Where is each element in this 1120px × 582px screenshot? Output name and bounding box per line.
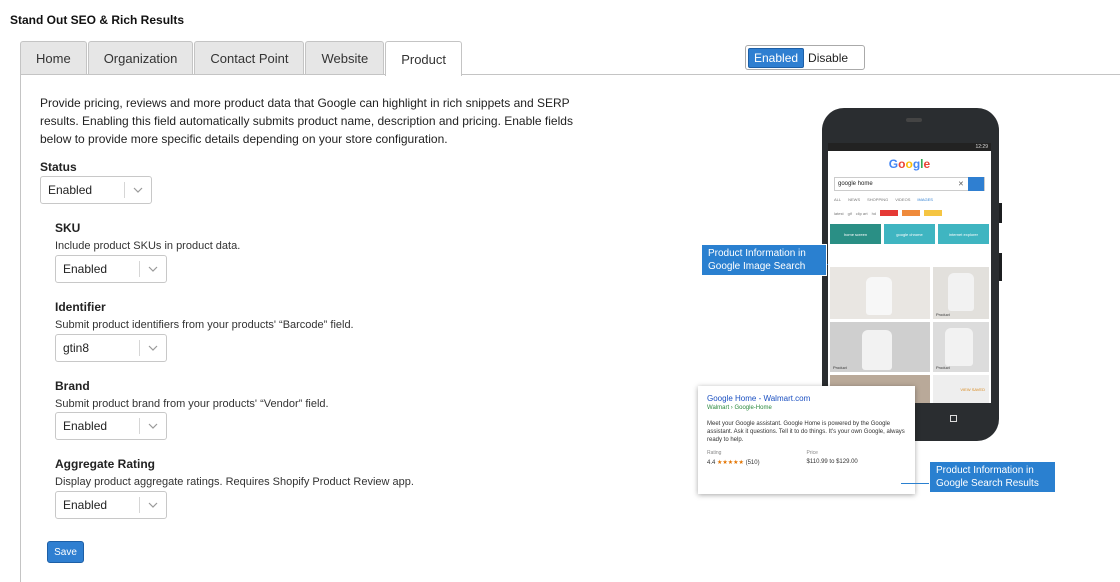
google-chip: latest <box>834 210 844 216</box>
serp-meta-values: 4.4 ★★★★★ (510) $110.99 to $129.00 <box>707 459 906 466</box>
product-image: Product <box>830 322 930 372</box>
sku-select[interactable]: Enabled <box>55 255 167 283</box>
brand-description: Submit product brand from your products'… <box>55 398 329 410</box>
chevron-down-icon <box>140 502 166 508</box>
aggregate-rating-title: Aggregate Rating <box>55 457 156 471</box>
google-chip: gif <box>847 210 852 216</box>
identifier-select[interactable]: gtin8 <box>55 334 167 362</box>
google-chip: hd <box>871 210 877 216</box>
google-logo: Google <box>888 157 931 171</box>
square-icon <box>950 415 957 422</box>
search-icon <box>968 177 984 191</box>
panel-border-top <box>20 74 1120 75</box>
rich-results-illustration: 12:29 Google google home ✕ ALL NEWS SHOP… <box>698 108 1058 498</box>
serp-description: Meet your Google assistant. Google Home … <box>707 421 905 443</box>
color-chip <box>924 210 943 216</box>
phone-button <box>999 253 1002 281</box>
phone-speaker <box>906 118 922 122</box>
intro-text: Provide pricing, reviews and more produc… <box>40 96 573 146</box>
chevron-down-icon <box>140 266 166 272</box>
color-chip <box>880 210 899 216</box>
callout-search-results: Product Information in Google Search Res… <box>929 461 1056 493</box>
product-tag: Product <box>936 312 950 317</box>
aggregate-rating-select-value: Enabled <box>63 498 108 512</box>
enable-toggle[interactable]: Enabled Disable <box>745 45 865 70</box>
brand-select[interactable]: Enabled <box>55 412 167 440</box>
serp-rating-value: 4.4 <box>707 460 716 466</box>
google-filter-chips: latest gif clip art hd <box>828 202 991 216</box>
serp-meta-labels: Rating Price <box>707 450 906 456</box>
chevron-down-icon <box>140 423 166 429</box>
chevron-down-icon <box>140 345 166 351</box>
serp-price-value: $110.99 to $129.00 <box>806 459 858 465</box>
product-image: VIEW SAVED <box>933 375 989 403</box>
google-image-results: Product Product Product VIEW SAVED <box>830 267 989 403</box>
status-select-value: Enabled <box>48 183 93 197</box>
google-search-bar: google home ✕ <box>834 177 985 191</box>
view-saved-label: VIEW SAVED <box>960 387 985 392</box>
product-image: Product <box>933 322 989 372</box>
status-label: Status <box>40 160 77 174</box>
google-tile: home screen <box>830 224 881 244</box>
serp-url: Walmart › Google-Home <box>707 405 772 411</box>
google-tile: google chrome <box>884 224 935 244</box>
serp-result-card: Google Home - Walmart.com Walmart › Goog… <box>698 386 915 494</box>
enabled-option[interactable]: Enabled <box>748 47 805 68</box>
serp-rating: 4.4 ★★★★★ (510) <box>707 459 807 466</box>
google-chip: clip art <box>855 210 868 216</box>
brand-title: Brand <box>55 379 90 393</box>
callout-image-search: Product Information in Google Image Sear… <box>701 244 827 276</box>
serp-title: Google Home - Walmart.com <box>707 394 811 403</box>
panel-border-left <box>20 74 21 582</box>
serp-price-label: Price <box>806 450 818 456</box>
aggregate-rating-select[interactable]: Enabled <box>55 491 167 519</box>
identifier-select-value: gtin8 <box>63 341 90 355</box>
product-image <box>830 267 930 319</box>
tab-bar: Home Organization Contact Point Website … <box>20 41 463 76</box>
serp-rating-label: Rating <box>707 450 722 456</box>
google-nav-tab: ALL <box>834 197 842 202</box>
google-search-query: google home <box>838 181 873 187</box>
tab-organization[interactable]: Organization <box>87 41 194 75</box>
product-tag: Product <box>833 365 847 370</box>
google-nav-tab: SHOPPING <box>867 197 889 202</box>
product-image: Product <box>933 267 989 319</box>
tab-contact-point[interactable]: Contact Point <box>194 41 305 75</box>
google-suggestion-tiles: home screen google chrome internet explo… <box>828 216 991 244</box>
phone-status-bar: 12:29 <box>828 143 991 151</box>
google-nav-tabs: ALL NEWS SHOPPING VIDEOS IMAGES <box>828 191 991 202</box>
callout-connector <box>901 483 931 484</box>
phone-screen: 12:29 Google google home ✕ ALL NEWS SHOP… <box>828 143 991 403</box>
phone-button <box>999 203 1002 223</box>
sku-title: SKU <box>55 221 81 235</box>
serp-rating-count: (510) <box>745 460 760 466</box>
google-nav-tab: IMAGES <box>917 197 933 202</box>
sku-select-value: Enabled <box>63 262 108 276</box>
identifier-description: Submit product identifiers from your pro… <box>55 319 354 331</box>
google-nav-tab: NEWS <box>848 197 861 202</box>
tab-website[interactable]: Website <box>305 41 385 75</box>
disable-option[interactable]: Disable <box>804 49 852 67</box>
color-chip <box>902 210 921 216</box>
tab-product[interactable]: Product <box>385 41 462 76</box>
status-select[interactable]: Enabled <box>40 176 152 204</box>
app-title: Stand Out SEO & Rich Results <box>10 13 185 27</box>
star-rating-icon: ★★★★★ <box>717 460 744 466</box>
google-nav-tab: VIDEOS <box>895 197 911 202</box>
product-tag: Product <box>936 365 950 370</box>
sku-description: Include product SKUs in product data. <box>55 240 241 252</box>
close-icon: ✕ <box>958 181 964 188</box>
save-button[interactable]: Save <box>47 541 84 563</box>
aggregate-rating-description: Display product aggregate ratings. Requi… <box>55 476 414 488</box>
google-tile: internet explorer <box>938 224 989 244</box>
chevron-down-icon <box>125 187 151 193</box>
brand-select-value: Enabled <box>63 419 108 433</box>
tab-home[interactable]: Home <box>20 41 87 75</box>
identifier-title: Identifier <box>55 300 106 314</box>
